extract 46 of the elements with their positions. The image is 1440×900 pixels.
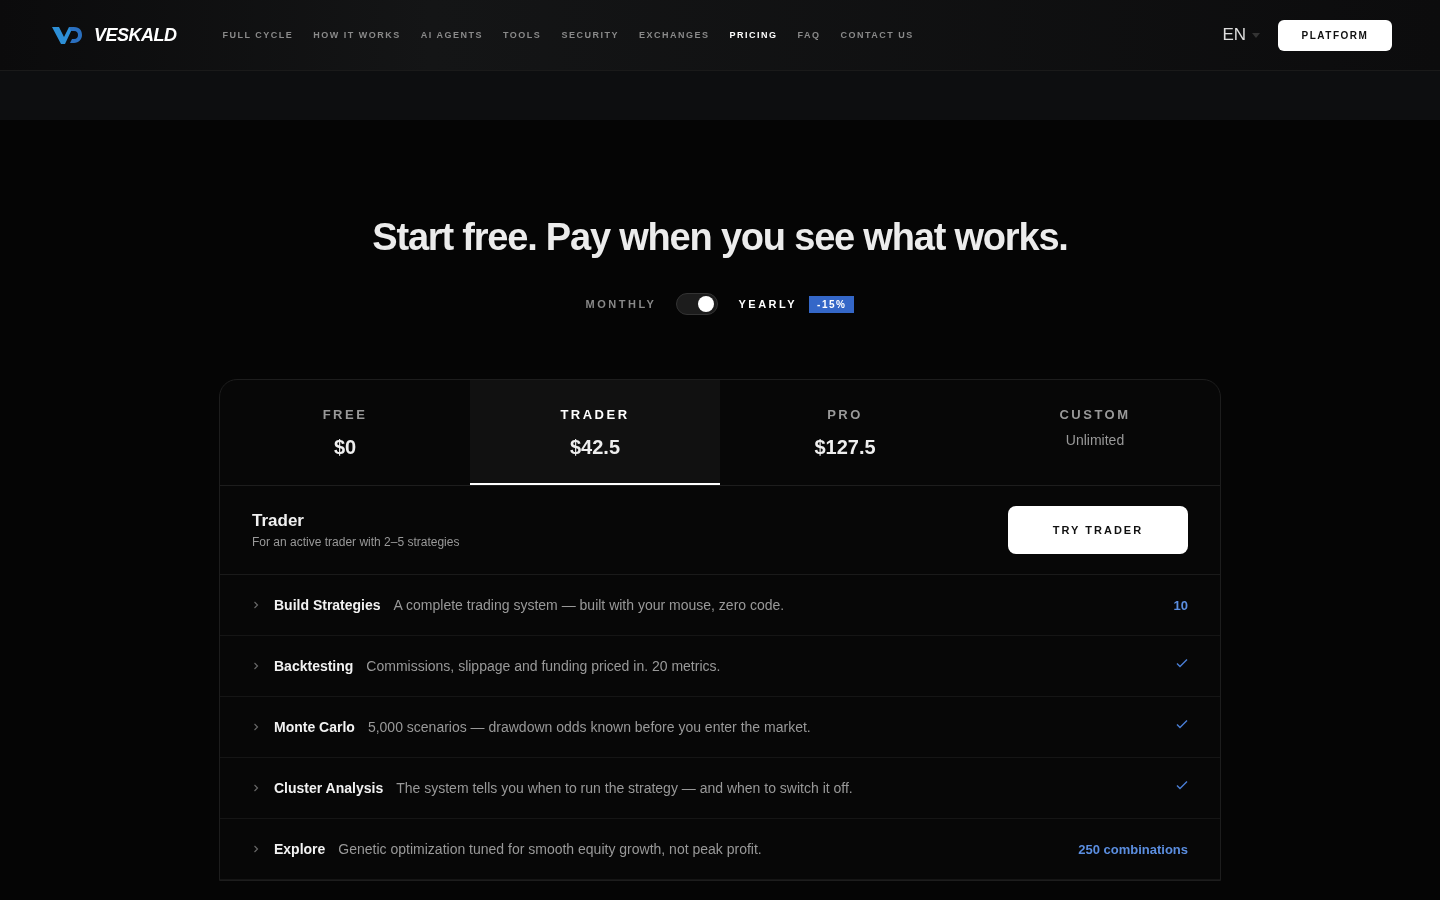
chevron-icon[interactable] [252,784,260,792]
check-icon [1176,779,1188,791]
plan-subtitle: For an active trader with 2–5 strategies [252,535,460,549]
nav-link[interactable]: SECURITY [561,30,619,40]
yearly-label: YEARLY [738,298,798,310]
feature-description: The system tells you when to run the strategy — and when to switch it off. [396,780,854,796]
plan-tab[interactable]: CUSTOM Unlimited [970,380,1220,485]
language-select[interactable]: EN [1222,25,1260,45]
nav-link[interactable]: CONTACT US [840,30,914,40]
platform-button[interactable]: PLATFORM [1278,19,1392,51]
feature-description: Commissions, slippage and funding priced in. 20 metrics. [366,658,722,674]
feature-name: Explore [274,841,326,857]
billing-toggle[interactable] [676,293,719,315]
monthly-label: MONTHLY [585,298,657,310]
brand-name[interactable]: VESKALD [94,24,177,46]
chevron-icon[interactable] [252,723,260,731]
plan-tab[interactable]: PRO $127.5 [720,380,970,485]
nav-link[interactable]: AI AGENTS [420,30,484,40]
feature-value: 10 [1173,597,1188,613]
nav-link[interactable]: FAQ [797,30,821,40]
feature-value: 250 combinations [1078,841,1188,857]
try-button[interactable]: TRY TRADER [1008,506,1188,554]
plan-title: Trader [252,511,305,531]
check-icon [1176,718,1188,730]
nav-link[interactable]: TOOLS [503,30,542,40]
nav-link[interactable]: HOW IT WORKS [313,30,401,40]
page-heading: Start free. Pay when you see what works. [372,216,1068,259]
feature-description: Genetic optimization tuned for smooth equity growth, not peak profit. [338,841,763,857]
plan-tab[interactable]: TRADER $42.5 [470,380,720,485]
feature-description: A complete trading system — built with your mouse, zero code. [393,597,786,613]
feature-name: Build Strategies [274,597,381,613]
logo-icon [52,25,82,45]
chevron-icon[interactable] [252,662,260,670]
chevron-icon[interactable] [252,601,260,609]
nav-link[interactable]: FULL CYCLE [222,30,294,40]
discount-badge: -15% [809,295,855,313]
feature-name: Backtesting [274,658,354,674]
feature-description: 5,000 scenarios — drawdown odds known before you enter the market. [367,719,812,735]
feature-name: Monte Carlo [274,719,355,735]
check-icon [1176,657,1188,669]
plan-tab[interactable]: FREE $0 [220,380,470,485]
caret-icon [1252,32,1260,38]
nav-link[interactable]: PRICING [729,30,778,40]
nav-link[interactable]: EXCHANGES [638,30,710,40]
feature-name: Cluster Analysis [274,780,384,796]
chevron-icon[interactable] [252,845,260,853]
